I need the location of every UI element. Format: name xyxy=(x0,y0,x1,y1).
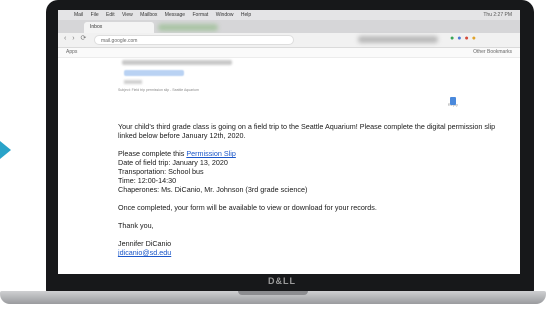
browser-tabbar: Inbox xyxy=(58,20,520,33)
chaperones-line: Chaperones: Ms. DiCanio, Mr. Johnson (3r… xyxy=(118,185,308,194)
transport-line: Transportation: School bus xyxy=(118,167,204,176)
email-body: Your child’s third grade class is going … xyxy=(118,122,510,257)
sender-name: Jennifer DiCanio xyxy=(118,239,172,248)
browser-toolbar: ‹ › ⟳ mail.google.com ●●●● xyxy=(58,33,520,48)
laptop-hinge-notch xyxy=(238,291,308,295)
menu-format[interactable]: Format xyxy=(192,12,208,18)
menu-window[interactable]: Window xyxy=(216,12,234,18)
bookmark-other[interactable]: Other Bookmarks xyxy=(473,48,512,57)
pointer-arrow xyxy=(0,141,11,159)
sender-line xyxy=(122,60,232,65)
extension-icons[interactable]: ●●●● xyxy=(450,35,479,42)
blurred-tab[interactable] xyxy=(158,24,218,31)
permission-slip-link[interactable]: Permission Slip xyxy=(186,149,236,158)
intro-paragraph: Your child’s third grade class is going … xyxy=(118,122,496,140)
mac-menubar: Mail File Edit View Mailbox Message Form… xyxy=(58,10,520,20)
date-line: Date of field trip: January 13, 2020 xyxy=(118,158,228,167)
nav-buttons[interactable]: ‹ › ⟳ xyxy=(64,34,88,42)
laptop-brand-logo: D&LL xyxy=(268,276,296,286)
completion-note: Once completed, your form will be availa… xyxy=(118,203,377,212)
address-bar[interactable]: mail.google.com xyxy=(94,35,294,45)
menu-mail[interactable]: Mail xyxy=(74,12,83,18)
browser-tab[interactable]: Inbox xyxy=(84,22,154,33)
document-icon[interactable] xyxy=(450,97,456,105)
extension-red-icon[interactable]: ● xyxy=(464,35,471,42)
recipient-line xyxy=(124,80,142,84)
menu-help[interactable]: Help xyxy=(241,12,251,18)
blurred-toolbar-area xyxy=(358,36,438,43)
menu-message[interactable]: Message xyxy=(165,12,185,18)
menu-mailbox[interactable]: Mailbox xyxy=(140,12,157,18)
menubar-clock: Thu 2:27 PM xyxy=(483,12,512,18)
laptop-screen: Mail File Edit View Mailbox Message Form… xyxy=(58,10,520,274)
reply-button[interactable]: Reply xyxy=(378,102,458,109)
extension-orange-icon[interactable]: ● xyxy=(472,35,479,42)
sender-address-highlight xyxy=(124,70,184,76)
time-line: Time: 12:00-14:30 xyxy=(118,176,177,185)
complete-line: Please complete this Permission Slip xyxy=(118,149,236,158)
email-view: Subject: Field trip permission slip - Se… xyxy=(118,58,508,274)
bookmark-apps[interactable]: Apps xyxy=(66,48,77,57)
bookmarks-bar: Apps Other Bookmarks xyxy=(58,48,520,58)
menu-view[interactable]: View xyxy=(122,12,133,18)
menu-file[interactable]: File xyxy=(91,12,99,18)
subject-line: Subject: Field trip permission slip - Se… xyxy=(118,88,199,92)
menu-edit[interactable]: Edit xyxy=(106,12,115,18)
sender-email-link[interactable]: jdicanio@sd.edu xyxy=(118,248,510,257)
signoff: Thank you, xyxy=(118,221,154,230)
